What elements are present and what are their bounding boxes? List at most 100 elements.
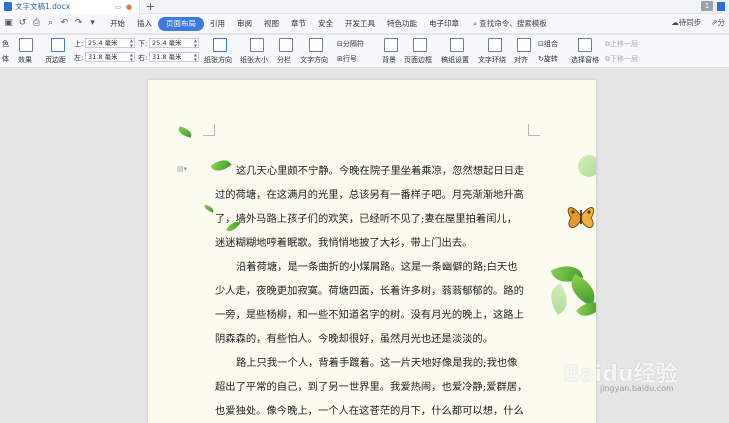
text-direction-label[interactable]: 文字方向 bbox=[300, 55, 328, 65]
document-text-line: 过的荷塘，在这满月的光里，总该另有一番样子吧。月亮渐渐地升高 bbox=[215, 189, 524, 201]
app-corner-icon[interactable] bbox=[717, 1, 725, 11]
margin-top-input[interactable]: 25.4 毫米 ▲ ▼ bbox=[85, 38, 135, 48]
margins-label[interactable]: 页边距 bbox=[45, 55, 66, 65]
undo-history-icon[interactable]: ↺ bbox=[17, 18, 28, 29]
sync-status-button[interactable]: ☁待同步 bbox=[671, 17, 701, 28]
breaks-label: 分隔符 bbox=[342, 40, 364, 48]
align-label[interactable]: 对齐 bbox=[514, 55, 528, 65]
margin-right-input[interactable]: 31.8 毫米 ▲ ▼ bbox=[149, 52, 199, 62]
effects-label[interactable]: 效果 bbox=[18, 55, 32, 65]
document-text-line: 迷迷糊糊地哼着眠歌。我悄悄地披了大衫，带上门出去。 bbox=[215, 237, 473, 249]
text-wrap-icon[interactable] bbox=[488, 38, 502, 52]
undo-icon[interactable]: ↶ bbox=[59, 18, 70, 29]
align-icon[interactable] bbox=[517, 38, 531, 52]
grid-paper-label[interactable]: 稿纸设置 bbox=[441, 55, 469, 65]
columns-icon[interactable] bbox=[279, 38, 293, 52]
document-text-line: 少人走，夜晚更加寂寞。荷塘四面，长着许多树，蓊蓊郁郁的。路的 bbox=[215, 285, 524, 297]
save-icon[interactable]: ▣ bbox=[3, 18, 14, 29]
window-count-badge[interactable]: 1 bbox=[701, 1, 713, 11]
margin-top-value: 25.4 毫米 bbox=[88, 39, 118, 47]
document-text-line: 路上只我一个人，背着手踱着。这一片天地好像是我的;我也像 bbox=[236, 357, 518, 369]
page-layout-ribbon: 色 体 效果 页边距 上: 25.4 毫米 ▲ ▼ 下: 25.4 毫米 ▲ ▼ 左: … bbox=[0, 35, 729, 68]
spinner-icon[interactable]: ▲ ▼ bbox=[130, 52, 133, 62]
page-border-label[interactable]: 页面边框 bbox=[404, 55, 432, 65]
watermark-url: jingyan.baidu.com bbox=[600, 384, 674, 393]
menu-tab[interactable]: 引用 bbox=[204, 17, 231, 31]
menu-tab[interactable]: 章节 bbox=[285, 17, 312, 31]
orientation-icon[interactable] bbox=[213, 38, 227, 52]
document-page[interactable]: ▤▾ 这几天心里颇不宁静。今晚在院子里坐着乘凉，忽然想起日日走 过的荷塘，在这满月… bbox=[148, 80, 596, 423]
cloud-sync-icon: ☁ bbox=[671, 18, 679, 27]
margin-bottom-label: 下: bbox=[138, 40, 148, 48]
leaf-decoration bbox=[578, 155, 596, 177]
document-tab[interactable]: 文字文稿1.docx ▭ ● bbox=[0, 0, 140, 14]
margin-left-input[interactable]: 31.8 毫米 ▲ ▼ bbox=[85, 52, 135, 62]
unsaved-dot-icon[interactable]: ● bbox=[125, 3, 133, 11]
text-wrap-label[interactable]: 文字环绕 bbox=[478, 55, 506, 65]
bring-forward-button[interactable]: ⧉上移一层 bbox=[605, 39, 638, 49]
redo-icon[interactable]: ↷ bbox=[73, 18, 84, 29]
breaks-button[interactable]: ⊟分隔符 bbox=[337, 39, 364, 49]
menu-tab[interactable]: 特色功能 bbox=[381, 17, 423, 31]
margins-icon[interactable] bbox=[51, 38, 65, 52]
theme-colors-button[interactable]: 色 bbox=[2, 39, 9, 49]
new-tab-button[interactable]: + bbox=[146, 0, 155, 13]
print-icon[interactable]: ⎙ bbox=[31, 18, 42, 29]
menu-tabs: 开始 插入 页面布局 引用 审阅 视图 章节 安全 开发工具 特色功能 电子印章 bbox=[104, 16, 465, 31]
menu-tab[interactable]: 视图 bbox=[258, 17, 285, 31]
share-button[interactable]: ⇗分 bbox=[711, 17, 725, 28]
group-label: 组合 bbox=[543, 40, 558, 48]
margin-left-label: 左: bbox=[74, 54, 84, 62]
paragraph-layout-icon[interactable]: ▤▾ bbox=[177, 165, 189, 174]
text-direction-icon[interactable] bbox=[309, 38, 323, 52]
document-text-line: 也爱独处。像今晚上，一个人在这苍茫的月下，什么都可以想，什么 bbox=[215, 405, 524, 417]
margin-corner-mark bbox=[528, 124, 540, 136]
document-text-line: 一旁，是些杨柳，和一些不知道名字的树。没有月光的晚上，这路上 bbox=[215, 309, 524, 321]
menu-tab[interactable]: 开始 bbox=[104, 17, 131, 31]
print-preview-icon[interactable]: ⌕ bbox=[45, 18, 56, 29]
menu-tab[interactable]: 插入 bbox=[131, 17, 158, 31]
menu-tab[interactable]: 安全 bbox=[312, 17, 339, 31]
spinner-icon[interactable]: ▲ ▼ bbox=[194, 38, 197, 48]
menu-tab[interactable]: 电子印章 bbox=[423, 17, 465, 31]
command-search[interactable]: ⌕ 查找命令、搜索模板 bbox=[473, 18, 547, 29]
margin-bottom-input[interactable]: 25.4 毫米 ▲ ▼ bbox=[149, 38, 199, 48]
orientation-label[interactable]: 纸张方向 bbox=[204, 55, 232, 65]
paper-size-label[interactable]: 纸张大小 bbox=[240, 55, 268, 65]
margin-bottom-value: 25.4 毫米 bbox=[152, 39, 182, 47]
paper-size-icon[interactable] bbox=[250, 38, 264, 52]
title-bar: 文字文稿1.docx ▭ ● + 1 bbox=[0, 0, 729, 14]
document-tab-title: 文字文稿1.docx bbox=[15, 2, 71, 11]
bring-forward-label: 上移一层 bbox=[610, 40, 638, 48]
spinner-icon[interactable]: ▲ ▼ bbox=[130, 38, 133, 48]
document-text-line: 了，墙外马路上孩子们的欢笑，已经听不见了;妻在屋里拍着闰儿， bbox=[215, 213, 518, 225]
document-body[interactable]: 这几天心里颇不宁静。今晚在院子里坐着乘凉，忽然想起日日走 过的荷塘，在这满月的光里… bbox=[215, 159, 530, 423]
spinner-icon[interactable]: ▲ ▼ bbox=[194, 52, 197, 62]
group-button[interactable]: ⊡组合 bbox=[538, 39, 558, 49]
effects-icon[interactable] bbox=[19, 38, 33, 52]
background-label[interactable]: 背景 bbox=[382, 55, 396, 65]
menu-tab[interactable]: 页面布局 bbox=[158, 16, 204, 31]
selection-pane-icon[interactable] bbox=[578, 38, 592, 52]
customize-icon[interactable]: ▾ bbox=[87, 18, 98, 29]
theme-fonts-button[interactable]: 体 bbox=[2, 54, 9, 64]
menu-tab[interactable]: 开发工具 bbox=[339, 17, 381, 31]
leaf-decoration bbox=[177, 126, 193, 138]
selection-pane-label[interactable]: 选择窗格 bbox=[571, 55, 599, 65]
page-border-icon[interactable] bbox=[413, 38, 427, 52]
sync-label: 待同步 bbox=[678, 18, 702, 27]
margin-right-label: 右: bbox=[138, 54, 148, 62]
monitor-icon[interactable]: ▭ bbox=[114, 3, 122, 11]
document-icon bbox=[4, 2, 12, 11]
menu-tab[interactable]: 审阅 bbox=[231, 17, 258, 31]
rotate-button[interactable]: ↻旋转 bbox=[538, 54, 558, 64]
margin-corner-mark bbox=[203, 124, 215, 136]
line-numbers-button[interactable]: ⊞行号 bbox=[337, 54, 357, 64]
columns-label[interactable]: 分栏 bbox=[277, 55, 291, 65]
margin-top-label: 上: bbox=[74, 40, 84, 48]
rotate-label: 旋转 bbox=[543, 55, 558, 63]
background-icon[interactable] bbox=[384, 38, 398, 52]
leaf-decoration bbox=[544, 283, 574, 315]
grid-paper-icon[interactable] bbox=[450, 38, 464, 52]
send-backward-button[interactable]: ⧉下移一层 bbox=[605, 54, 638, 64]
